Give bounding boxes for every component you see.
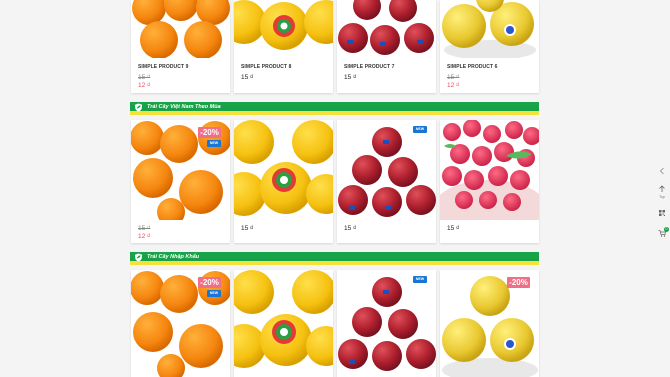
sale-price: 12 ₫ (138, 233, 151, 240)
sale-price: 12 ₫ (138, 82, 151, 89)
discount-badge: -20% (198, 127, 221, 138)
new-badge: NEW (413, 126, 427, 133)
product-card[interactable]: 15 ₫ (440, 120, 539, 243)
product-image-apples[interactable] (337, 0, 436, 58)
product-image-grapefruit[interactable] (234, 0, 333, 58)
price: 15 ₫ (241, 225, 254, 232)
new-badge: NEW (207, 290, 221, 297)
price: 15 ₫ (447, 225, 460, 232)
product-image-raspberries[interactable] (440, 120, 539, 220)
price: 15 ₫ (344, 74, 357, 81)
discount-badge: -20% (198, 277, 221, 288)
product-card[interactable]: 15 ₫ (234, 120, 333, 243)
new-badge: NEW (207, 140, 221, 147)
product-image-grapefruit[interactable] (234, 120, 333, 220)
side-rail: Top 0 (654, 0, 670, 377)
product-card[interactable]: -20% NEW 15 ₫ 12 ₫ (131, 120, 230, 243)
price: 15 ₫ (344, 225, 357, 232)
product-card[interactable]: -20% NEW (131, 270, 230, 377)
old-price: 15 ₫ (138, 74, 151, 81)
new-badge: NEW (413, 276, 427, 283)
product-card[interactable]: SIMPLE PRODUCT 7 15 ₫ (337, 0, 436, 93)
section-title[interactable]: Trái Cây Nhập Khẩu (147, 253, 199, 261)
product-card[interactable] (234, 270, 333, 377)
product-image-apples[interactable] (337, 120, 436, 220)
chevron-left-icon[interactable] (657, 166, 667, 176)
product-image-apples[interactable] (337, 270, 436, 377)
product-card[interactable]: -20% (440, 270, 539, 377)
leaf-shield-icon (134, 103, 143, 112)
price: 15 ₫ (241, 74, 254, 81)
sale-price: 12 ₫ (447, 82, 460, 89)
back-to-top-label[interactable]: Top (656, 195, 668, 199)
product-image-grapefruit[interactable] (234, 270, 333, 377)
leaf-shield-icon (134, 253, 143, 262)
product-card[interactable]: SIMPLE PRODUCT 6 15 ₫ 12 ₫ (440, 0, 539, 93)
product-name[interactable]: SIMPLE PRODUCT 7 (344, 64, 432, 71)
product-card[interactable]: SIMPLE PRODUCT 8 15 ₫ (234, 0, 333, 93)
section-title[interactable]: Trái Cây Việt Nam Theo Mùa (147, 103, 221, 111)
product-image-oranges[interactable] (131, 0, 230, 58)
product-name[interactable]: SIMPLE PRODUCT 8 (241, 64, 329, 71)
old-price: 15 ₫ (447, 74, 460, 81)
category-header[interactable]: Trái Cây Nhập Khẩu (130, 252, 539, 265)
qr-code-icon[interactable] (657, 208, 667, 218)
product-card[interactable]: SIMPLE PRODUCT 9 15 ₫ 12 ₫ (131, 0, 230, 93)
old-price: 15 ₫ (138, 225, 151, 232)
product-image-pears[interactable] (440, 0, 539, 58)
arrow-up-icon[interactable] (657, 184, 667, 194)
product-card[interactable]: NEW (337, 270, 436, 377)
cart-count-badge: 0 (664, 227, 669, 232)
product-name[interactable]: SIMPLE PRODUCT 9 (138, 64, 226, 71)
product-card[interactable]: NEW 15 ₫ (337, 120, 436, 243)
product-name[interactable]: SIMPLE PRODUCT 6 (447, 64, 535, 71)
discount-badge: -20% (507, 277, 530, 288)
category-header[interactable]: Trái Cây Việt Nam Theo Mùa (130, 102, 539, 115)
